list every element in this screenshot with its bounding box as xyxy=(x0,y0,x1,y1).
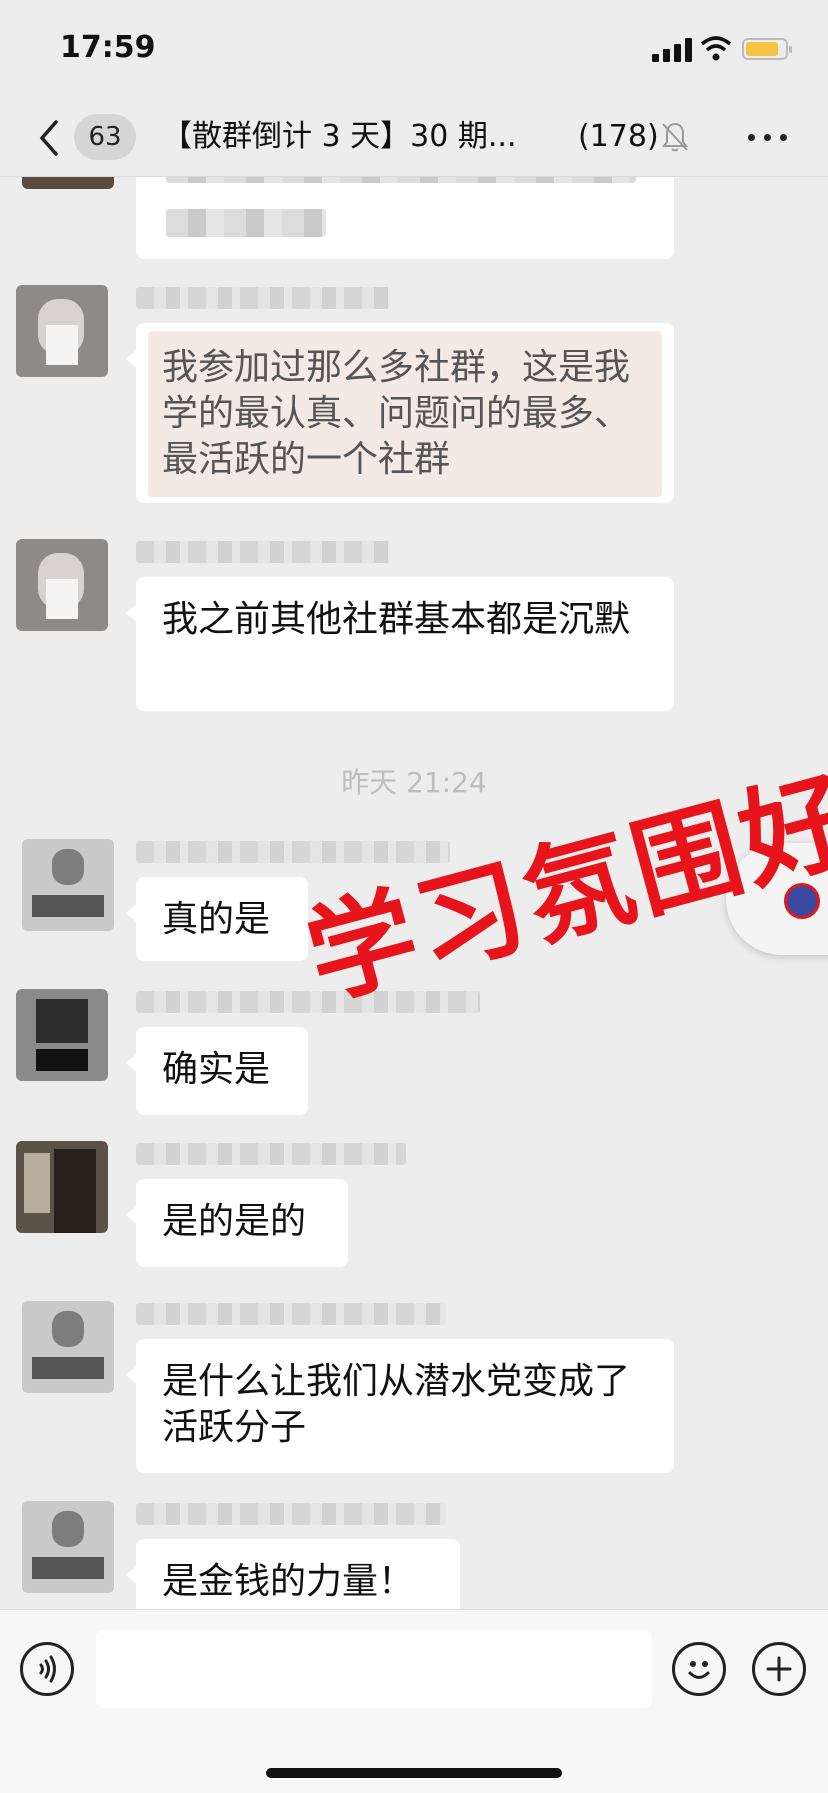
message-text: 确实是 xyxy=(162,1049,271,1090)
emoji-icon[interactable] xyxy=(672,1642,726,1696)
voice-icon[interactable] xyxy=(20,1642,74,1696)
group-title: 【散群倒计 3 天】30 期... xyxy=(162,119,517,154)
sender-name xyxy=(136,1303,446,1325)
sender-name xyxy=(136,541,390,563)
message-input[interactable] xyxy=(96,1630,652,1708)
message-text: 真的是 xyxy=(162,899,271,940)
plus-icon[interactable] xyxy=(752,1642,806,1696)
avatar[interactable] xyxy=(22,1301,114,1393)
blurred-text xyxy=(166,177,636,183)
chat-header: 63 【散群倒计 3 天】30 期... (178) xyxy=(0,100,828,177)
wifi-icon xyxy=(700,36,732,61)
battery-icon xyxy=(742,38,792,60)
message-bubble[interactable]: 我参加过那么多社群，这是我学的最认真、问题问的最多、最活跃的一个社群 xyxy=(126,323,674,503)
message-text: 我参加过那么多社群，这是我学的最认真、问题问的最多、最活跃的一个社群 xyxy=(148,331,662,497)
message-bubble[interactable]: 我之前其他社群基本都是沉默 xyxy=(126,577,674,711)
sender-name xyxy=(136,287,390,309)
message-bubble[interactable]: 是什么让我们从潜水党变成了活跃分子 xyxy=(126,1339,674,1473)
avatar[interactable] xyxy=(16,285,108,377)
message-text: 是金钱的力量！ xyxy=(162,1561,415,1602)
input-bar xyxy=(0,1609,828,1793)
sender-name xyxy=(136,1143,406,1165)
home-indicator xyxy=(266,1768,562,1778)
message-bubble[interactable]: 是的是的 xyxy=(126,1179,348,1267)
avatar[interactable] xyxy=(22,839,114,931)
message-bubble[interactable]: 是金钱的力量！ xyxy=(126,1539,460,1609)
status-bar: 17:59 xyxy=(0,0,828,100)
signal-icon xyxy=(652,38,694,62)
avatar[interactable] xyxy=(16,539,108,631)
member-count: (178) xyxy=(578,119,659,154)
avatar[interactable] xyxy=(16,1141,108,1233)
message-text: 我之前其他社群基本都是沉默 xyxy=(162,599,631,640)
avatar[interactable] xyxy=(22,177,114,189)
message-text: 是的是的 xyxy=(162,1201,307,1242)
unread-badge[interactable]: 63 xyxy=(74,114,136,160)
message-text: 是什么让我们从潜水党变成了活跃分子 xyxy=(162,1361,631,1448)
status-time: 17:59 xyxy=(60,30,156,65)
message-bubble[interactable] xyxy=(136,177,674,259)
message-list[interactable]: 我参加过那么多社群，这是我学的最认真、问题问的最多、最活跃的一个社群 我之前其他… xyxy=(0,177,828,1609)
avatar[interactable] xyxy=(16,989,108,1081)
blurred-text xyxy=(166,209,326,237)
message-bubble[interactable]: 真的是 xyxy=(126,877,308,961)
avatar[interactable] xyxy=(22,1501,114,1593)
mute-icon xyxy=(662,122,688,152)
back-icon[interactable] xyxy=(32,110,68,166)
message-bubble[interactable]: 确实是 xyxy=(126,1027,308,1115)
more-icon[interactable] xyxy=(744,114,792,160)
sender-name xyxy=(136,1503,446,1525)
